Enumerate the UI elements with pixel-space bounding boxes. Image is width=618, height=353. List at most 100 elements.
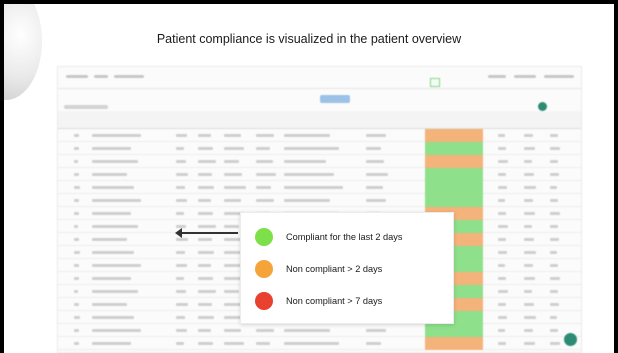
table-cell	[198, 199, 211, 202]
table-cell	[176, 212, 185, 215]
table-row	[58, 142, 581, 155]
table-cell	[74, 329, 79, 332]
compliance-status-cell	[425, 168, 483, 181]
table-cell	[550, 277, 560, 280]
table-cell	[524, 342, 535, 345]
table-cell	[92, 160, 138, 163]
table-cell	[366, 342, 382, 345]
table-cell	[198, 238, 212, 241]
table-cell	[74, 238, 80, 241]
table-cell	[256, 342, 270, 345]
table-cell	[198, 316, 215, 319]
table-cell	[198, 225, 216, 228]
table-cell	[524, 134, 534, 137]
table-cell	[198, 212, 214, 215]
table-cell	[498, 199, 505, 202]
table-cell	[176, 264, 187, 267]
table-cell	[498, 316, 508, 319]
search-chip	[430, 78, 440, 87]
compliance-status-cell	[425, 337, 483, 350]
table-cell	[92, 238, 127, 241]
toolbar-button	[320, 95, 350, 103]
table-cell	[176, 316, 186, 319]
menu-item	[514, 75, 536, 78]
table-cell	[176, 147, 185, 150]
table-cell	[550, 303, 560, 306]
table-cell	[256, 173, 276, 176]
red-dot-icon	[255, 292, 273, 310]
action-fab	[564, 333, 577, 346]
menu-item	[488, 75, 506, 78]
legend-label: Compliant for the last 2 days	[286, 232, 403, 242]
table-cell	[366, 199, 387, 202]
table-cell	[176, 173, 188, 176]
table-cell	[366, 134, 387, 137]
table-cell	[524, 225, 533, 228]
legend-item-compliant: Compliant for the last 2 days	[255, 227, 402, 247]
table-cell	[498, 160, 508, 163]
table-cell	[498, 186, 508, 189]
table-cell	[176, 290, 187, 293]
table-cell	[198, 160, 216, 163]
table-cell	[550, 134, 559, 137]
table-cell	[366, 329, 387, 332]
table-header	[58, 111, 581, 129]
table-cell	[224, 329, 241, 332]
compliance-status-cell	[425, 129, 483, 142]
table-cell	[498, 212, 507, 215]
table-cell	[176, 186, 186, 189]
table-row	[58, 324, 581, 337]
table-cell	[524, 251, 536, 254]
table-cell	[498, 251, 508, 254]
table-cell	[366, 147, 382, 150]
table-cell	[498, 303, 506, 306]
app-logo	[66, 75, 88, 78]
table-cell	[92, 251, 134, 254]
table-cell	[74, 212, 80, 215]
table-cell	[284, 342, 339, 345]
table-cell	[198, 147, 214, 150]
table-cell	[550, 238, 560, 241]
table-cell	[498, 147, 507, 150]
table-cell	[284, 134, 331, 137]
table-cell	[498, 225, 508, 228]
table-cell	[198, 342, 214, 345]
table-cell	[176, 251, 186, 254]
table-cell	[198, 251, 215, 254]
table-cell	[284, 173, 335, 176]
table-cell	[524, 186, 536, 189]
app-top-bar	[58, 67, 581, 89]
table-cell	[176, 342, 185, 345]
table-cell	[92, 212, 131, 215]
table-cell	[366, 160, 385, 163]
compliance-legend: Compliant for the last 2 days Non compli…	[240, 212, 454, 324]
compliance-status-cell	[425, 194, 483, 207]
table-cell	[498, 238, 506, 241]
table-row	[58, 337, 581, 350]
table-cell	[198, 173, 212, 176]
table-cell	[524, 303, 535, 306]
table-cell	[176, 238, 188, 241]
table-cell	[256, 186, 272, 189]
table-cell	[550, 186, 557, 189]
compliance-status-cell	[425, 324, 483, 337]
table-cell	[198, 303, 212, 306]
table-cell	[550, 264, 559, 267]
table-cell	[550, 342, 560, 345]
table-cell	[198, 134, 211, 137]
legend-label: Non compliant > 2 days	[286, 264, 383, 274]
table-cell	[224, 147, 245, 150]
table-cell	[256, 134, 275, 137]
table-cell	[92, 303, 127, 306]
table-cell	[74, 160, 79, 163]
menu-item	[114, 75, 144, 78]
table-cell	[74, 199, 79, 202]
table-cell	[224, 199, 241, 202]
table-cell	[256, 199, 275, 202]
table-cell	[550, 225, 558, 228]
pointer-arrow	[175, 228, 238, 238]
table-cell	[524, 160, 533, 163]
table-cell	[366, 186, 383, 189]
table-cell	[92, 147, 131, 150]
table-cell	[198, 186, 215, 189]
